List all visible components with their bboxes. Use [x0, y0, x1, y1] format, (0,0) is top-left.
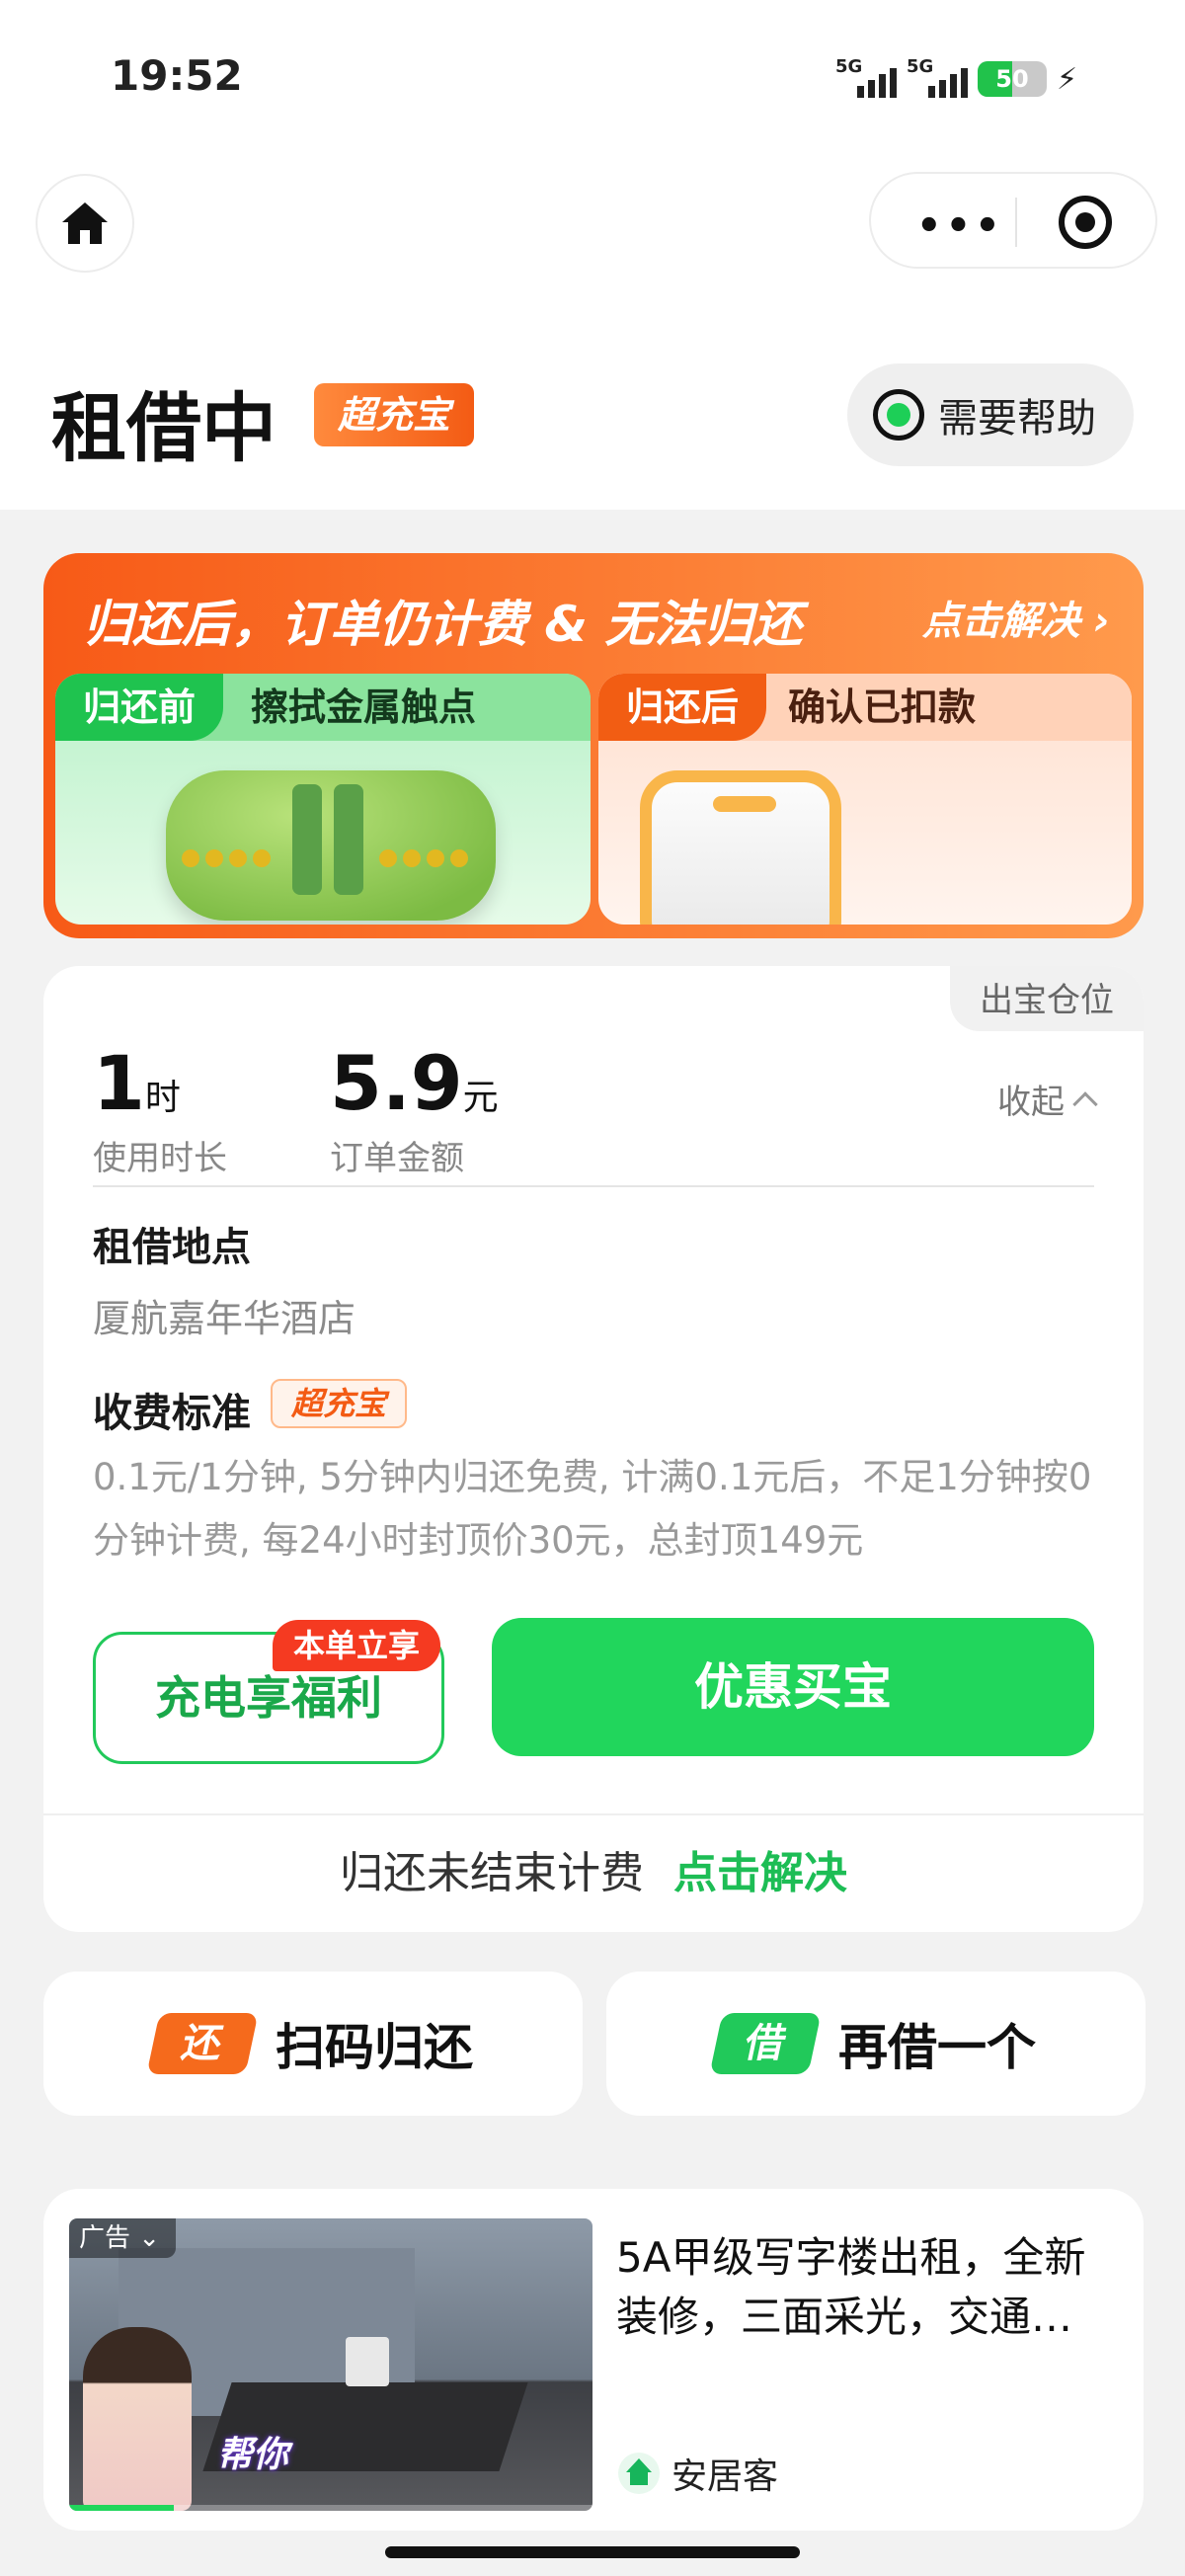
after-return-tag: 归还后 — [598, 674, 766, 741]
battery-icon: 50 — [978, 61, 1047, 97]
borrow-again-label: 再借一个 — [838, 2019, 1036, 2076]
help-label: 需要帮助 — [938, 396, 1096, 442]
duration-label: 使用时长 — [93, 1139, 227, 1178]
ad-source-name: 安居客 — [672, 2456, 779, 2497]
borrow-again-button[interactable]: 借 再借一个 — [606, 1972, 1146, 2116]
return-issue-link[interactable]: 点击解决 — [673, 1848, 847, 1898]
before-return-tag: 归还前 — [55, 674, 223, 741]
powerbank-illustration — [166, 770, 496, 921]
divider — [93, 1185, 1094, 1187]
ad-card[interactable]: 帮你 广告 ⌄ 5A甲级写字楼出租，全新装修，三面采光，交通… 安居客 — [43, 2189, 1144, 2531]
amount-unit: 元 — [462, 1078, 499, 1118]
return-tips-banner[interactable]: 归还后，订单仍计费 & 无法归还 点击解决 › 归还前 擦拭金属触点 归还后 确… — [43, 553, 1144, 938]
ad-progress-bar — [69, 2505, 592, 2511]
banner-link[interactable]: 点击解决 › — [922, 589, 1110, 646]
return-issue-row: 归还未结束计费 点击解决 — [43, 1837, 1144, 1900]
page-title: 租借中 — [51, 384, 276, 472]
benefit-tag: 本单立享 — [273, 1620, 440, 1671]
home-icon — [62, 202, 108, 244]
amount-label: 订单金额 — [330, 1139, 464, 1178]
duration-value: 1 — [93, 1039, 145, 1127]
return-issue-text: 归还未结束计费 — [340, 1848, 644, 1898]
signal-icon: 5G — [907, 56, 968, 102]
after-return-title: 确认已扣款 — [788, 685, 977, 729]
ad-title: 5A甲级写字楼出租，全新装修，三面采光，交通… — [616, 2233, 1086, 2341]
duration-stat: 1时 使用时长 — [93, 1039, 227, 1179]
home-button[interactable] — [36, 174, 134, 273]
home-indicator — [385, 2546, 800, 2558]
order-card: 出宝仓位 1时 使用时长 5.9元 订单金额 收起 租借地点 厦航嘉年华酒店 收… — [43, 966, 1144, 1932]
presenter-image — [83, 2327, 192, 2511]
scan-return-button[interactable]: 还 扫码归还 — [43, 1972, 583, 2116]
amount-stat: 5.9元 订单金额 — [330, 1039, 499, 1179]
ad-source: 安居客 — [618, 2448, 778, 2499]
location-title: 租借地点 — [93, 1225, 251, 1270]
status-time: 19:52 — [111, 51, 243, 100]
ad-overlay-text: 帮你 — [217, 2435, 289, 2475]
target-icon[interactable] — [1059, 196, 1112, 249]
chevron-down-icon: ⌄ — [138, 2223, 161, 2253]
return-icon: 还 — [146, 2013, 259, 2074]
duration-unit: 时 — [144, 1078, 181, 1118]
chevron-up-icon — [1072, 1090, 1098, 1117]
divider — [43, 1813, 1144, 1815]
scan-return-label: 扫码归还 — [276, 2019, 473, 2076]
location-value: 厦航嘉年华酒店 — [93, 1297, 356, 1340]
house-logo-icon — [618, 2453, 660, 2494]
ad-label[interactable]: 广告 ⌄ — [69, 2218, 176, 2258]
slot-tag[interactable]: 出宝仓位 — [950, 966, 1144, 1031]
buy-powerbank-button[interactable]: 优惠买宝 — [492, 1618, 1094, 1756]
borrow-icon: 借 — [709, 2013, 822, 2074]
brand-badge: 超充宝 — [314, 383, 474, 446]
chevron-right-icon: › — [1093, 599, 1110, 644]
ad-video-thumbnail[interactable]: 帮你 广告 ⌄ — [69, 2218, 592, 2511]
headset-icon — [873, 389, 924, 441]
amount-value: 5.9 — [330, 1039, 463, 1127]
fee-brand-badge: 超充宝 — [271, 1379, 407, 1428]
fee-text: 0.1元/1分钟, 5分钟内归还免费, 计满0.1元后，不足1分钟按0分钟计费,… — [93, 1456, 1092, 1562]
fee-title: 收费标准 — [93, 1391, 251, 1436]
banner-title: 归还后，订单仍计费 & 无法归还 — [83, 596, 803, 653]
before-return-panel: 归还前 擦拭金属触点 — [55, 674, 591, 925]
status-icons: 5G 5G 50 ⚡ — [835, 51, 1077, 107]
signal-icon: 5G — [835, 56, 897, 102]
collapse-button[interactable]: 收起 — [997, 1075, 1098, 1123]
help-button[interactable]: 需要帮助 — [847, 363, 1134, 466]
after-return-panel: 归还后 确认已扣款 — [598, 674, 1132, 925]
more-dots-icon[interactable]: ••• — [916, 203, 1004, 249]
phone-illustration — [640, 770, 841, 925]
before-return-title: 擦拭金属触点 — [251, 685, 477, 729]
mini-program-capsule: ••• — [869, 172, 1157, 269]
charging-icon: ⚡ — [1057, 61, 1078, 97]
